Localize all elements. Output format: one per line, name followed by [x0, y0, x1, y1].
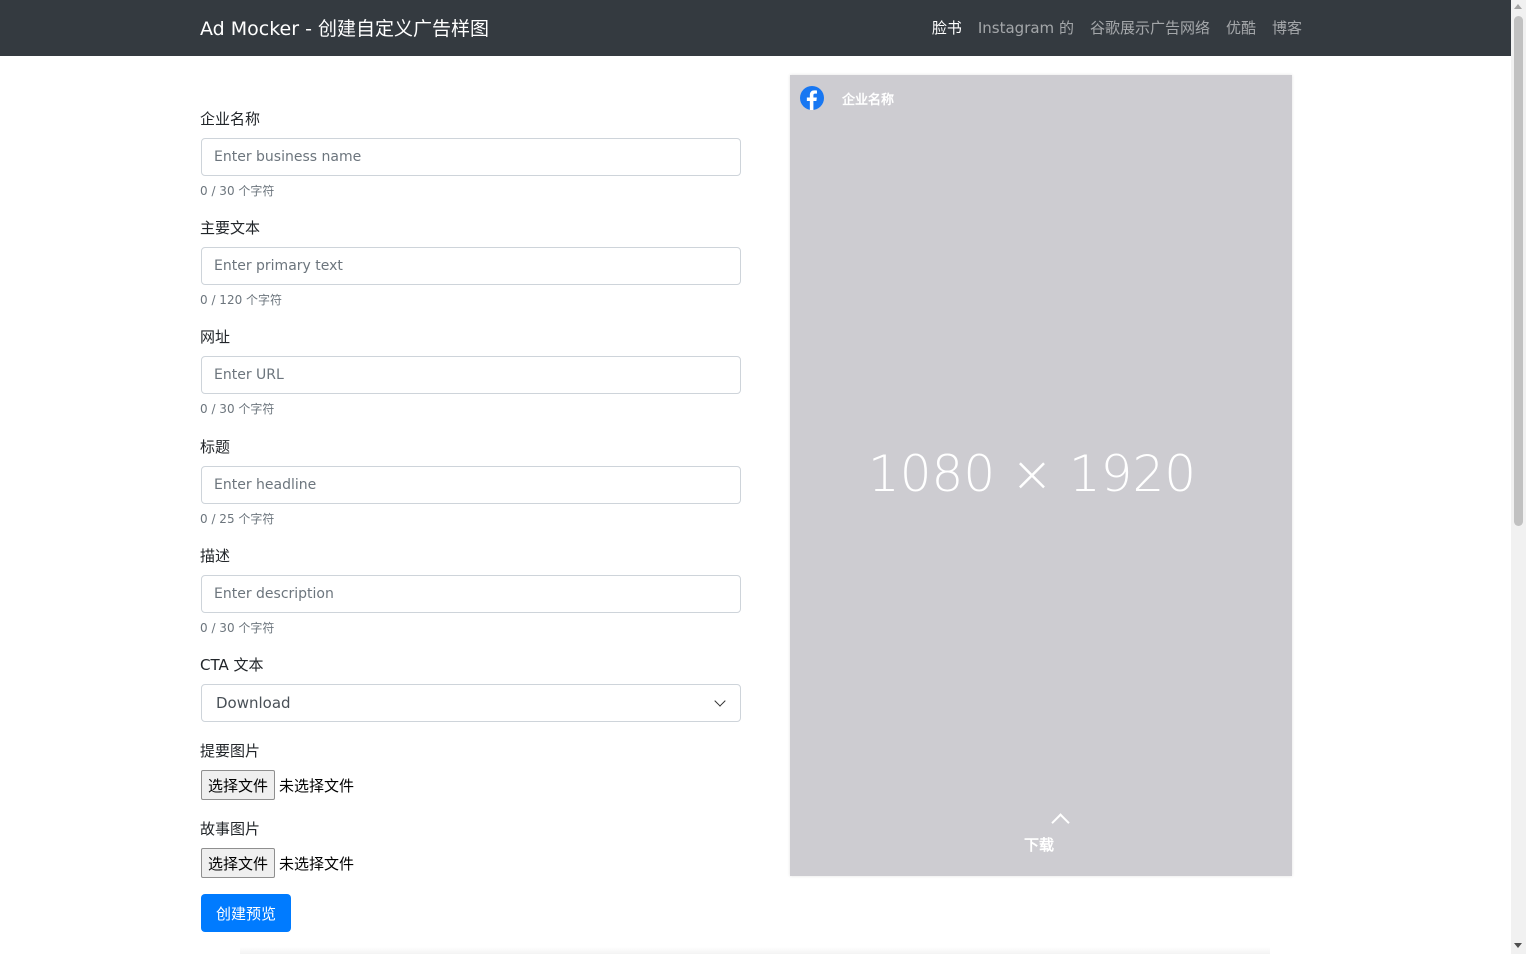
description-label: 描述: [200, 547, 231, 565]
cta-selected-value: Download: [216, 694, 291, 712]
primary-text-input[interactable]: [201, 247, 741, 285]
preview-dimension: 1080 × 1920: [867, 445, 1197, 503]
primary-text-label: 主要文本: [200, 219, 261, 237]
headline-label: 标题: [200, 438, 231, 456]
ad-preview: 企业名称 1080 × 1920 下载: [790, 75, 1292, 876]
business-name-input[interactable]: [201, 138, 741, 176]
summary-image-label: 提要图片: [200, 742, 261, 760]
create-preview-button[interactable]: 创建预览: [201, 894, 291, 932]
nav-links: 脸书 Instagram 的 谷歌展示广告网络 优酷 博客: [932, 17, 1302, 38]
nav-link-youtube[interactable]: 优酷: [1226, 17, 1256, 38]
navbar: Ad Mocker - 创建自定义广告样图 脸书 Instagram 的 谷歌展…: [0, 0, 1511, 56]
scrollbar[interactable]: [1511, 0, 1526, 954]
story-image-status: 未选择文件: [279, 854, 355, 873]
brand-title[interactable]: Ad Mocker - 创建自定义广告样图: [200, 14, 489, 41]
summary-image-file-input: 选择文件 未选择文件: [201, 770, 354, 800]
nav-link-google-display[interactable]: 谷歌展示广告网络: [1090, 17, 1210, 38]
url-label: 网址: [200, 328, 231, 346]
url-counter: 0 / 30 个字符: [200, 402, 275, 416]
primary-text-counter: 0 / 120 个字符: [200, 293, 283, 307]
headline-counter: 0 / 25 个字符: [200, 512, 275, 526]
preview-business-name: 企业名称: [842, 93, 895, 108]
headline-input[interactable]: [201, 466, 741, 504]
story-image-file-input: 选择文件 未选择文件: [201, 848, 354, 878]
cta-label: CTA 文本: [200, 656, 264, 674]
summary-image-status: 未选择文件: [279, 776, 355, 795]
scrollbar-thumb[interactable]: [1514, 16, 1523, 526]
scroll-up-icon[interactable]: [1514, 4, 1522, 9]
story-image-label: 故事图片: [200, 820, 261, 838]
summary-image-choose-button[interactable]: 选择文件: [201, 770, 276, 800]
business-name-label: 企业名称: [200, 110, 261, 128]
facebook-icon: [800, 86, 824, 110]
chevron-down-icon: [714, 695, 726, 707]
story-image-choose-button[interactable]: 选择文件: [201, 848, 276, 878]
nav-link-blog[interactable]: 博客: [1272, 17, 1302, 38]
page-bottom-edge: [240, 947, 1270, 954]
url-input[interactable]: [201, 356, 741, 394]
cta-select[interactable]: Download: [201, 684, 741, 722]
scroll-down-icon[interactable]: [1514, 943, 1522, 948]
nav-link-instagram[interactable]: Instagram 的: [978, 17, 1074, 38]
description-input[interactable]: [201, 575, 741, 613]
business-name-counter: 0 / 30 个字符: [200, 184, 275, 198]
preview-cta[interactable]: 下载: [1024, 834, 1054, 855]
chevron-up-icon: [1051, 813, 1070, 832]
nav-link-facebook[interactable]: 脸书: [932, 17, 962, 38]
description-counter: 0 / 30 个字符: [200, 621, 275, 635]
